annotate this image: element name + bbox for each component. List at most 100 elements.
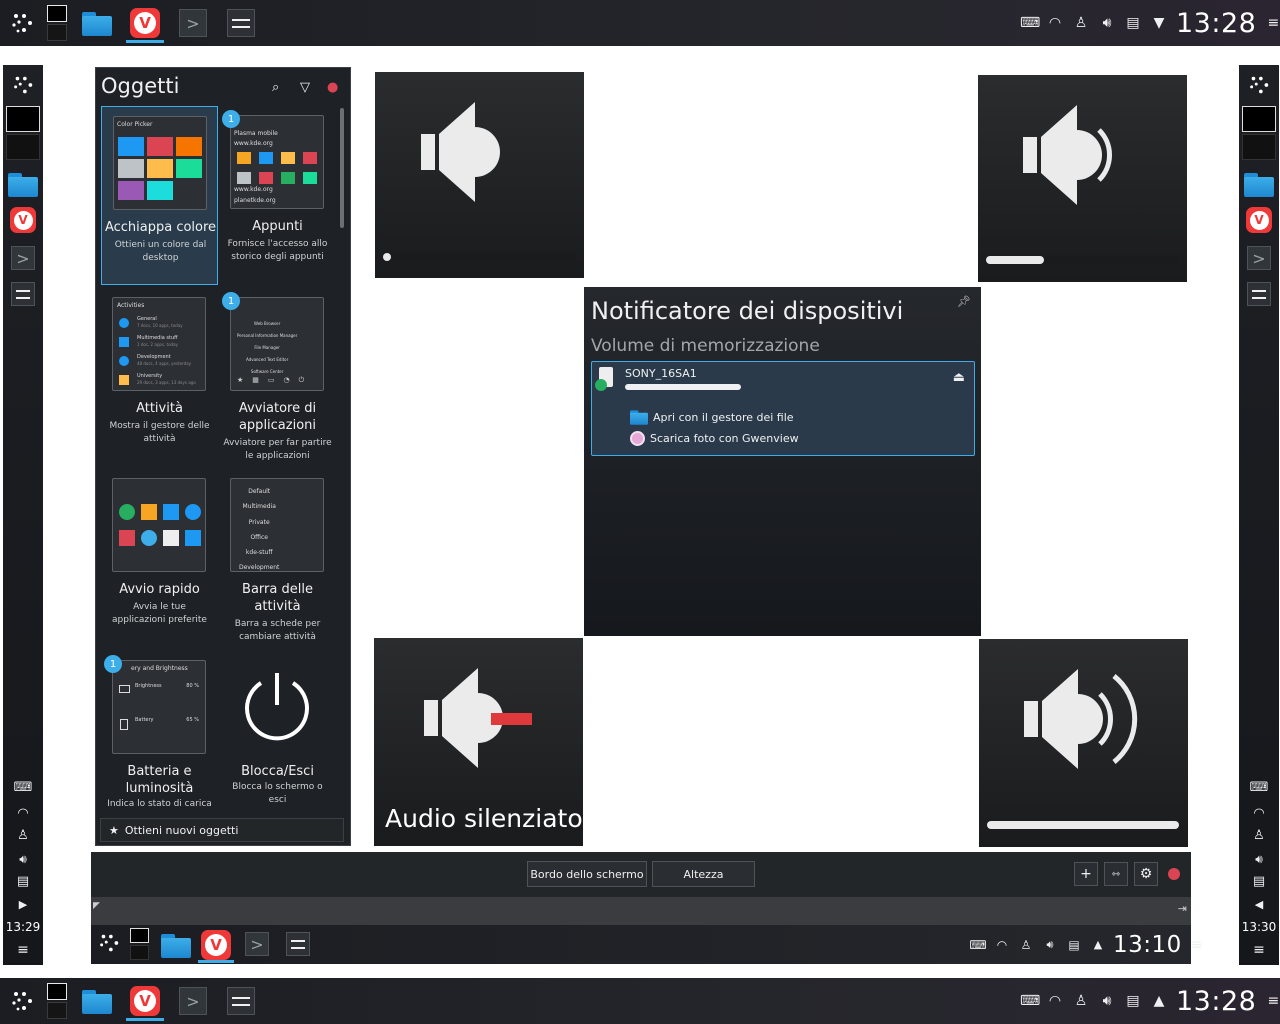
virtual-desktop-pager[interactable] [45,978,69,1024]
taskbar-vivaldi[interactable]: V [126,978,164,1024]
clipboard-icon[interactable]: ▤ [1065,938,1083,952]
keyboard-icon[interactable]: ⌨ [3,777,43,797]
vertical-pager[interactable] [1239,105,1279,161]
taskbar-mixer[interactable] [226,0,256,46]
menu-icon[interactable]: ≡ [1188,937,1206,953]
vivaldi-icon[interactable]: V [3,205,43,235]
settings-icon[interactable]: ⚙ [1134,862,1158,886]
clock[interactable]: 13:30 [1239,920,1279,934]
pin-icon[interactable]: 📌︎ [957,295,971,308]
device-item[interactable]: SONY_16SA1 ⏏ Apri con il gestore dei fil… [591,361,975,456]
menu-icon[interactable]: ≡ [3,941,43,959]
user-switch-icon[interactable]: ♙ [3,825,43,845]
clipboard-icon[interactable]: ▤ [1124,993,1142,1009]
close-icon[interactable]: ● [327,80,338,95]
widget-quick-launch[interactable]: Avvio rapido Avvia le tue applicazioni p… [101,469,218,648]
virtual-desktop-pager[interactable] [45,0,69,46]
menu-icon[interactable]: ≡ [1264,993,1280,1009]
mixer-icon[interactable] [1239,281,1279,307]
clipboard-icon[interactable]: ▤ [1124,15,1142,31]
widget-lock-logout[interactable]: Blocca/Esci Blocca lo schermo o esci [219,651,336,821]
volume-icon[interactable]: 🔊︎ [1239,849,1279,869]
terminal-icon[interactable]: > [245,932,269,956]
mixer-icon[interactable] [3,281,43,307]
system-tray: ⌨ ◠ ♙ 🔊︎ ▤ ▲ 13:28 ≡ [1020,978,1280,1024]
search-icon[interactable]: ⌕ [272,80,279,95]
panel-ruler[interactable]: ◤ ⇥ [91,897,1191,925]
screen-edge-button[interactable]: Bordo dello schermo [527,861,647,887]
menu-icon[interactable]: ≡ [1239,941,1279,959]
tray-expand-icon[interactable]: ▲ [1089,938,1107,951]
filter-icon[interactable]: ▽ [300,80,310,95]
terminal-icon[interactable]: > [1239,245,1279,271]
taskbar-file-manager[interactable] [80,978,114,1024]
get-new-widgets-button[interactable]: ★ Ottieni nuovi oggetti [100,818,344,842]
taskbar-vivaldi[interactable]: V [126,0,164,46]
volume-icon[interactable]: 🔊︎ [1098,993,1116,1009]
folder-icon[interactable] [161,932,191,958]
clock[interactable]: 13:29 [3,920,43,934]
clipboard-icon[interactable]: ▤ [1239,871,1279,891]
left-handle-icon[interactable]: ◤ [93,901,100,911]
widget-activities[interactable]: Activities General 7 docs, 10 apps, toda… [101,288,218,467]
wifi-icon[interactable]: ◠ [1239,803,1279,823]
scrollbar[interactable] [340,108,344,228]
action-gwenview[interactable]: Scarica foto con Gwenview [630,431,799,446]
widget-color-picker[interactable]: Color Picker Acchiappa colore Ottieni un… [101,106,218,285]
vivaldi-icon[interactable]: V [201,930,231,960]
speaker-icon [1024,669,1138,769]
tray-expand-icon[interactable]: ▼ [1150,15,1168,31]
wifi-icon[interactable]: ◠ [3,803,43,823]
wifi-icon[interactable]: ◠ [1046,15,1064,31]
height-button[interactable]: Altezza [652,861,755,887]
menu-icon[interactable]: ≡ [1264,15,1280,31]
user-switch-icon[interactable]: ♙ [1239,825,1279,845]
application-launcher-button[interactable] [6,978,38,1024]
add-spacer-icon[interactable]: ⇿ [1104,862,1128,886]
mixer-icon[interactable] [286,932,310,956]
volume-icon[interactable]: 🔊︎ [1098,15,1116,31]
user-switch-icon[interactable]: ♙ [1017,938,1035,952]
folder-icon[interactable] [3,169,43,199]
vertical-pager[interactable] [3,105,43,161]
wifi-icon[interactable]: ◠ [993,938,1011,952]
keyboard-icon[interactable]: ⌨ [1239,777,1279,797]
folder-icon[interactable] [1239,169,1279,199]
virtual-desktop-pager[interactable] [130,928,150,962]
clock[interactable]: 13:28 [1176,986,1256,1017]
clipboard-icon[interactable]: ▤ [3,871,43,891]
tray-expand-icon[interactable]: ▲ [1150,993,1168,1009]
tray-expand-icon[interactable]: ◀ [1239,895,1279,913]
taskbar-file-manager[interactable] [80,0,114,46]
launcher-icon[interactable] [3,70,43,100]
keyboard-icon[interactable]: ⌨ [1020,15,1040,31]
add-widget-icon[interactable]: + [1074,862,1098,886]
widget-battery[interactable]: ery and Brightness Brightness 80 % Batte… [101,651,218,821]
volume-icon[interactable]: 🔊︎ [1041,938,1059,952]
clock[interactable]: 13:28 [1176,8,1256,39]
volume-osd-muted: Audio silenziato [374,638,583,846]
right-handle-icon[interactable]: ⇥ [1178,902,1187,915]
clock[interactable]: 13:10 [1113,932,1182,958]
keyboard-icon[interactable]: ⌨ [969,938,987,952]
widget-clipboard[interactable]: Plasma mobile www.kde.org www.kde.org pl… [219,106,336,285]
close-icon[interactable] [1168,868,1180,880]
vivaldi-icon[interactable]: V [1239,205,1279,235]
taskbar-terminal[interactable]: > [178,978,208,1024]
eject-icon[interactable]: ⏏ [953,370,965,385]
user-switch-icon[interactable]: ♙ [1072,15,1090,31]
wifi-icon[interactable]: ◠ [1046,993,1064,1009]
launcher-icon[interactable] [97,931,121,959]
widget-app-launcher[interactable]: Web Browser Personal Information Manager… [219,288,336,467]
keyboard-icon[interactable]: ⌨ [1020,993,1040,1009]
terminal-icon[interactable]: > [3,245,43,271]
action-open-file-manager[interactable]: Apri con il gestore dei file [630,404,794,430]
widget-activity-bar[interactable]: Default Multimedia Private Office kde-st… [219,469,336,648]
user-switch-icon[interactable]: ♙ [1072,993,1090,1009]
taskbar-mixer[interactable] [226,978,256,1024]
launcher-icon[interactable] [1239,70,1279,100]
tray-expand-icon[interactable]: ▶ [3,895,43,913]
volume-icon[interactable]: 🔊︎ [3,849,43,869]
application-launcher-button[interactable] [6,0,38,46]
taskbar-terminal[interactable]: > [178,0,208,46]
